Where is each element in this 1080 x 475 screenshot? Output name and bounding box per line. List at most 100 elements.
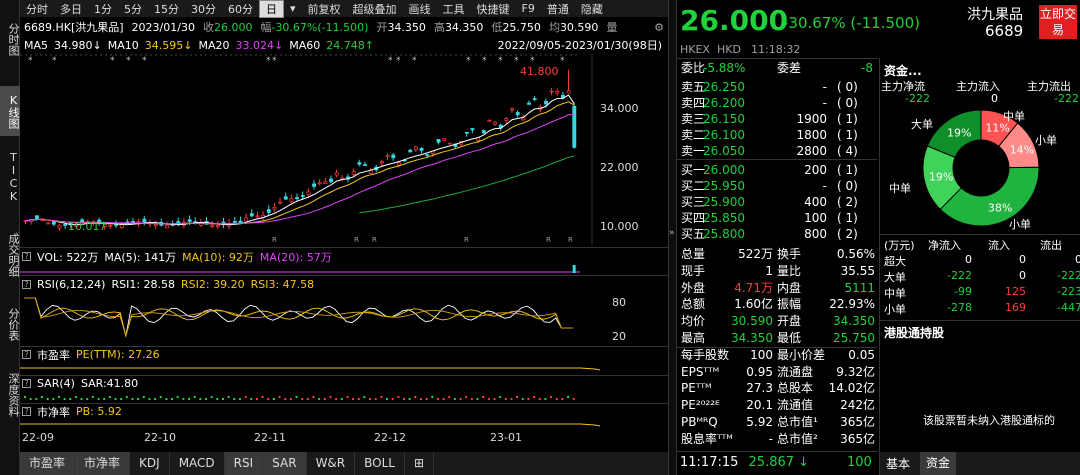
stat-value: 14.02亿 [828,381,875,396]
fund-row-value: 0 [1075,253,1080,266]
high-label: 高 [433,21,445,34]
tab-tick[interactable]: TICK [0,144,20,210]
candle-body [278,201,283,204]
ask-row[interactable]: 卖二 26.100 1800 ( 1) [677,127,877,143]
period-1min[interactable]: 1分 [88,1,118,17]
indicator-help-icon[interactable]: ? [22,252,31,261]
vol-ma5: MA(5): 141万 [104,250,177,264]
kline-chart[interactable]: * * * * * * * * * * * * * * * *R R R R R R 34.000 22.000 10.… [20,54,668,244]
tools-menu[interactable]: 工具 [437,1,471,17]
funds-pie-chart[interactable]: 中单 大单 小单 中单 小单 11%14%38%19%19% [883,104,1079,230]
f9-button[interactable]: F9 [516,2,541,15]
ask-row[interactable]: 卖五 26.250 - ( 0) [677,79,877,95]
stat-label: 流通盘 [777,364,814,379]
tab-funds[interactable]: 资金 [920,452,957,475]
settings-icon[interactable]: ⚙ [654,21,668,34]
ask-row[interactable]: 卖三 26.150 1900 ( 1) [677,111,877,127]
adjust-forward-button[interactable]: 前复权 [302,1,347,17]
bid-row[interactable]: 买三 25.900 400 ( 2) [677,194,877,210]
rsi-chart[interactable]: 80 20 [20,292,668,344]
candle-body [249,213,254,217]
shortcut-menu[interactable]: 快捷键 [471,1,516,17]
candle-body [187,219,192,222]
change-label: 幅 [260,21,272,34]
stat-row: 每手股数 100 最小价差 0.05 [677,347,877,363]
sar-chart[interactable] [20,392,668,402]
stat-value: 22.93% [829,297,875,312]
indicator-help-icon[interactable]: ? [22,350,31,359]
tab-timeshare[interactable]: 分时图 [0,4,20,74]
stock-name: 洪九果品 [967,7,1023,23]
bid-row[interactable]: 买五 25.800 800 ( 2) [677,226,877,242]
tab-trade-detail[interactable]: 成交明细 [0,220,20,290]
panel-splitter[interactable]: » [668,0,677,475]
close-value: 26.000 [213,21,253,34]
indicator-tab-boll[interactable]: BOLL [355,452,405,475]
super-overlay-button[interactable]: 超级叠加 [347,1,403,17]
period-30min[interactable]: 30分 [185,1,222,17]
period-dropdown-icon[interactable]: ▾ [284,2,302,15]
stat-value: 0.95 [746,364,773,379]
candle-body [493,121,498,125]
volume-chart[interactable] [20,264,668,274]
bid-row[interactable]: 买四 25.850 100 ( 1) [677,210,877,226]
period-5min[interactable]: 5分 [118,1,148,17]
stat-label: 最小价差 [777,347,826,362]
collapse-arrow-icon[interactable]: » [669,228,675,238]
pb-chart[interactable] [20,419,668,429]
normal-mode-button[interactable]: 普通 [541,1,575,17]
svg-text:R: R [464,236,469,244]
bid-volume: 100 [804,211,827,225]
candle-body [391,154,396,159]
add-indicator-icon[interactable]: ⊞ [405,452,435,475]
quote-time: 11:18:32 [751,43,801,56]
indicator-help-icon[interactable]: ? [22,407,31,416]
period-15min[interactable]: 15分 [148,1,185,17]
indicator-tab-sar[interactable]: SAR [263,452,307,475]
period-60min[interactable]: 60分 [222,1,259,17]
tab-price-distribution[interactable]: 分价表 [0,296,20,352]
period-day[interactable]: 日 [259,0,284,18]
indicator-tab-wr[interactable]: W&R [307,452,356,475]
candle-body [215,225,220,227]
tab-basic[interactable]: 基本 [886,455,910,472]
indicator-tab-kdj[interactable]: KDJ [130,452,170,475]
ma60-line [359,155,575,214]
divider [20,275,668,276]
indicator-tab-pe[interactable]: 市盈率 [20,452,76,475]
rsi-header: ? RSI(6,12,24) RSI1: 28.58 RSI2: 39.20 R… [20,277,668,292]
rsi-tick-20: 20 [612,330,626,343]
ask-row[interactable]: 卖一 26.050 2800 ( 4) [677,143,877,159]
indicator-tab-rsi[interactable]: RSI [224,452,264,475]
period-timeshare[interactable]: 分时 [20,1,54,17]
indicator-help-icon[interactable]: ? [22,379,31,388]
rsi1-value: RSI1: 28.58 [111,278,176,291]
sar-value: SAR:41.80 [80,377,139,390]
tick-down-arrow-icon: ↓ [798,455,810,470]
draw-line-button[interactable]: 画线 [403,1,437,17]
price-tick-34: 34.000 [600,102,639,115]
vol-ma20: MA(20): 57万 [259,250,332,264]
bid-row[interactable]: 买二 25.950 - ( 0) [677,178,877,194]
fund-row-value: -223 [1057,285,1080,298]
trade-button[interactable]: 立即交易 [1039,5,1077,39]
stat-label: 总市值¹ [777,415,818,429]
ma20-label: MA20 [198,38,230,52]
svg-text:*: * [126,56,131,66]
candle-body [153,223,158,227]
tab-kline[interactable]: K线图 [0,86,20,136]
period-multiday[interactable]: 多日 [54,1,88,17]
hide-button[interactable]: 隐藏 [575,1,609,17]
tab-depth-info[interactable]: 深度资料 [0,360,20,430]
bid-row[interactable]: 买一 26.000 200 ( 1) [677,162,877,178]
svg-text:R: R [372,236,377,244]
candle-body [481,130,486,134]
indicator-help-icon[interactable]: ? [22,280,31,289]
indicator-tab-pb[interactable]: 市净率 [75,452,131,475]
pe-chart[interactable] [20,362,668,374]
stat-value: 27.3 [746,381,773,396]
ask-level-label: 卖二 [681,128,706,142]
indicator-tab-macd[interactable]: MACD [170,452,225,475]
pie-label-small-bottom: 小单 [1009,218,1031,230]
ask-row[interactable]: 卖四 26.200 - ( 0) [677,95,877,111]
